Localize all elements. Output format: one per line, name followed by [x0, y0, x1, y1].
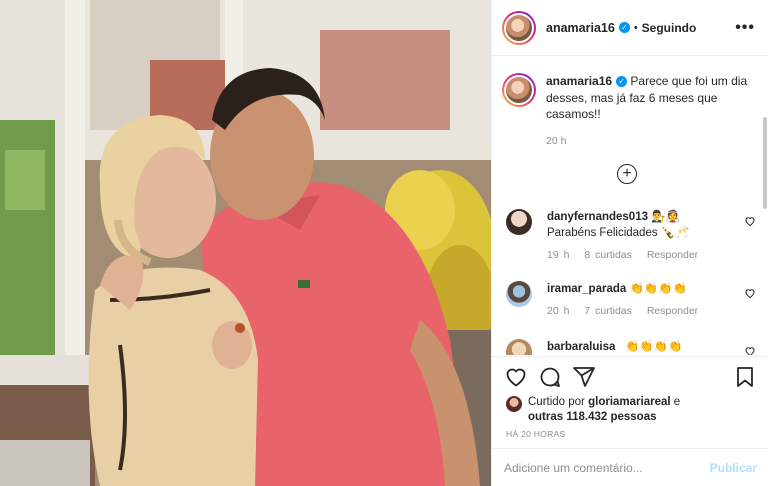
comment-username[interactable]: danyfernandes013: [547, 211, 648, 223]
comment-icon[interactable]: [538, 365, 562, 389]
author-username[interactable]: anamaria16: [546, 21, 615, 35]
load-more-comments-icon[interactable]: +: [617, 164, 637, 184]
post-caption: anamaria16 ✓ Parece que foi um dia desses…: [502, 73, 760, 149]
heart-icon[interactable]: [744, 287, 756, 299]
author-avatar[interactable]: [502, 10, 536, 45]
post-photo: [0, 0, 491, 486]
separator-dot: •: [633, 21, 638, 34]
heart-icon[interactable]: [744, 345, 756, 355]
post-image: [0, 0, 491, 486]
comment-username[interactable]: barbaraluisa: [547, 341, 615, 353]
verified-badge-icon: ✓: [616, 76, 628, 88]
comment-item: barbaraluisa 👏👏👏👏: [506, 339, 764, 355]
commenter-avatar[interactable]: [506, 281, 532, 307]
follow-status-button[interactable]: Seguindo: [642, 21, 697, 35]
caption-username[interactable]: anamaria16: [546, 74, 612, 88]
comment-likes[interactable]: 7 curtidas: [584, 305, 632, 317]
liked-by-prefix: Curtido por: [528, 396, 585, 408]
liked-by-others[interactable]: outras 118.432 pessoas: [528, 411, 657, 423]
comment-time[interactable]: 20 h: [547, 305, 569, 317]
heart-icon[interactable]: [744, 215, 756, 227]
bookmark-icon[interactable]: [733, 365, 757, 389]
comment-username[interactable]: iramar_parada: [547, 283, 626, 295]
reply-button[interactable]: Responder: [647, 305, 698, 317]
post-header: anamaria16 ✓ • Seguindo •••: [492, 0, 768, 56]
liked-by-suffix: e: [673, 396, 681, 408]
heart-icon[interactable]: [504, 365, 528, 389]
caption-time: 20 h: [546, 134, 567, 147]
comment-item: iramar_parada 👏👏👏👏 20 h 7 curtidas Respo…: [506, 281, 764, 319]
comment-text: 👏👏👏👏: [629, 283, 687, 295]
liker-avatar[interactable]: [506, 396, 522, 412]
comment-likes[interactable]: 8 curtidas: [584, 249, 632, 261]
comment-time[interactable]: 19 h: [547, 249, 569, 261]
comment-item: danyfernandes013 👨‍⚖️👰 Parabéns Felicida…: [506, 209, 764, 263]
commenter-avatar[interactable]: [506, 339, 532, 355]
liked-by-user[interactable]: gloriamariareal: [588, 396, 670, 408]
add-comment-bar: Publicar: [492, 448, 768, 486]
scrollbar-thumb[interactable]: [763, 117, 767, 209]
verified-badge-icon: ✓: [618, 22, 630, 33]
post-actions: Curtido por gloriamariareal e outras 118…: [492, 356, 768, 448]
comments-scrollbar[interactable]: [762, 57, 768, 355]
comment-text: 👏👏👏👏: [625, 341, 683, 353]
share-icon[interactable]: [572, 365, 596, 389]
post-age[interactable]: HÁ 20 HORAS: [506, 429, 566, 439]
likes-summary[interactable]: Curtido por gloriamariareal e outras 118…: [506, 395, 680, 425]
post-side-panel: anamaria16 ✓ • Seguindo ••• anamaria16 ✓ …: [491, 0, 768, 486]
more-options-icon[interactable]: •••: [735, 19, 755, 37]
comment-input[interactable]: [504, 460, 710, 475]
commenter-avatar[interactable]: [506, 209, 532, 235]
publish-button[interactable]: Publicar: [710, 461, 757, 475]
caption-author-avatar[interactable]: [502, 73, 536, 107]
comments-section[interactable]: anamaria16 ✓ Parece que foi um dia desses…: [492, 57, 768, 355]
reply-button[interactable]: Responder: [647, 249, 698, 261]
comment-text: 👨‍⚖️👰: [651, 211, 680, 223]
comment-text: Parabéns Felicidades 🍾🥂: [547, 227, 690, 239]
